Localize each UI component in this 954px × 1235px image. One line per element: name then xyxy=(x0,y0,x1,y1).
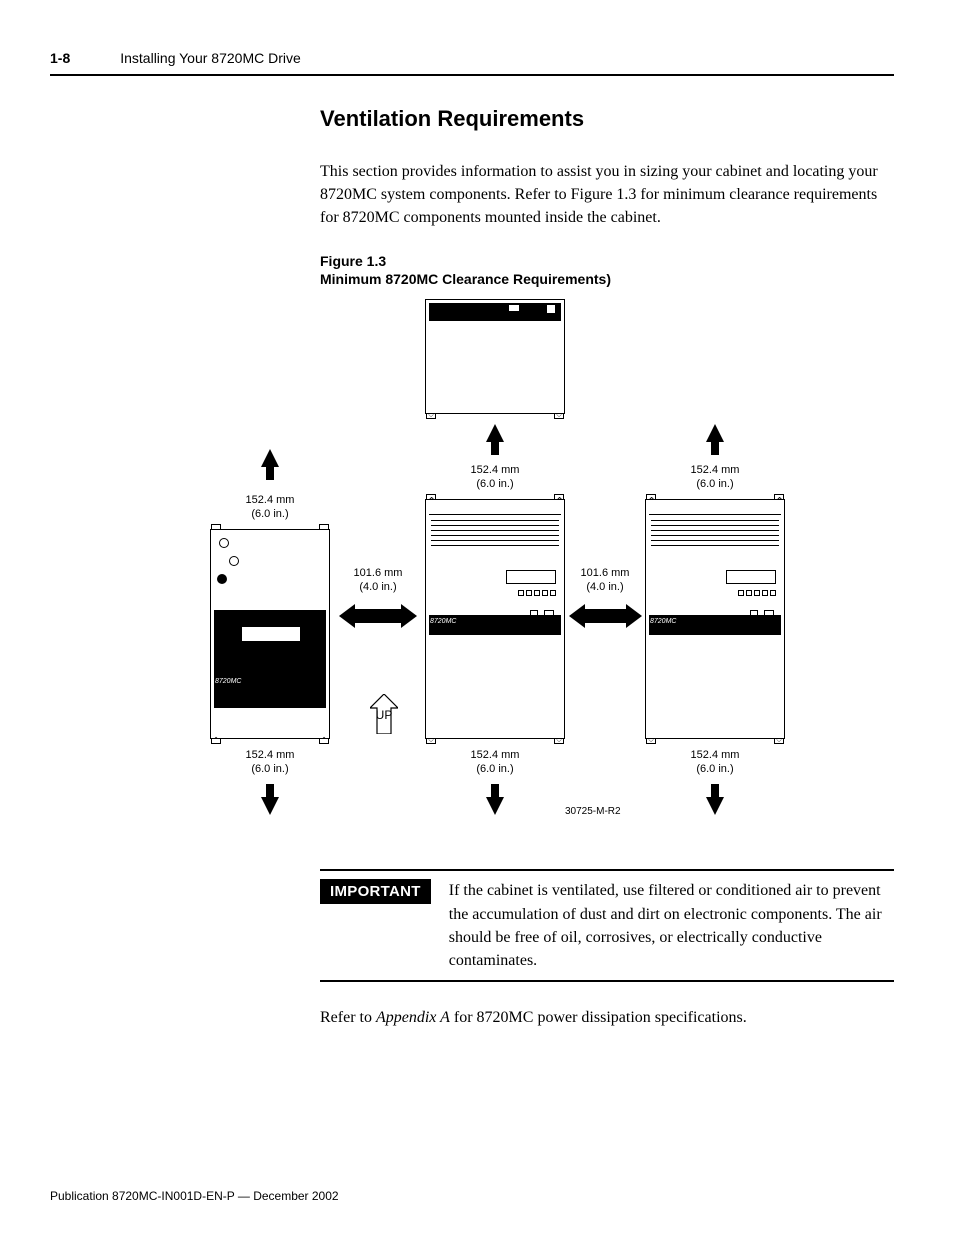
drive-unit-right: ⌃⌃ 8720MC ⌵⌵ xyxy=(645,499,785,739)
important-text: If the cabinet is ventilated, use filter… xyxy=(449,879,894,972)
clearance-label: 152.4 mm(6.0 in.) xyxy=(235,494,305,520)
clearance-label: 152.4 mm(6.0 in.) xyxy=(680,749,750,775)
important-callout: IMPORTANT If the cabinet is ventilated, … xyxy=(320,869,894,982)
clearance-label: 152.4 mm(6.0 in.) xyxy=(460,749,530,775)
figure-number: Figure 1.3 xyxy=(320,253,386,269)
arrow-up-icon xyxy=(486,424,504,442)
up-direction-icon: UP xyxy=(370,694,398,730)
drive-unit-middle: ⌃⌃ 8720MC ⌵⌵ xyxy=(425,499,565,739)
product-label: 8720MC xyxy=(650,618,676,625)
page-header: 1-8 Installing Your 8720MC Drive xyxy=(50,50,894,76)
figure-diagram: ⌵⌵ 8720MC ⌃⌃ ⌃⌃ 8720MC ⌵⌵ ⌃⌃ xyxy=(160,299,900,839)
appendix-ref: Appendix A xyxy=(376,1009,450,1026)
closing-prefix: Refer to xyxy=(320,1009,376,1026)
figure-caption: Figure 1.3 Minimum 8720MC Clearance Requ… xyxy=(320,252,894,290)
clearance-label: 152.4 mm(6.0 in.) xyxy=(460,464,530,490)
clearance-label: 101.6 mm(4.0 in.) xyxy=(570,567,640,593)
chassis-top: ⌵⌵ xyxy=(425,299,565,414)
power-supply-unit: 8720MC ⌃⌃ xyxy=(210,529,330,739)
arrow-horizontal-icon xyxy=(583,609,628,623)
arrow-down-icon xyxy=(706,797,724,815)
clearance-label: 152.4 mm(6.0 in.) xyxy=(235,749,305,775)
figure-title: Minimum 8720MC Clearance Requirements) xyxy=(320,271,611,287)
closing-suffix: for 8720MC power dissipation specificati… xyxy=(450,1009,747,1026)
clearance-label: 101.6 mm(4.0 in.) xyxy=(343,567,413,593)
section-title: Ventilation Requirements xyxy=(320,106,894,132)
closing-paragraph: Refer to Appendix A for 8720MC power dis… xyxy=(320,1006,894,1029)
intro-paragraph: This section provides information to ass… xyxy=(320,160,894,230)
clearance-label: 152.4 mm(6.0 in.) xyxy=(680,464,750,490)
up-label: UP xyxy=(370,708,398,722)
arrow-down-icon xyxy=(486,797,504,815)
content-column: Ventilation Requirements This section pr… xyxy=(320,106,894,289)
publication-footer: Publication 8720MC-IN001D-EN-P — Decembe… xyxy=(50,1189,339,1203)
figure-reference: 30725-M-R2 xyxy=(565,806,621,817)
product-label: 8720MC xyxy=(430,618,456,625)
arrow-up-icon xyxy=(706,424,724,442)
important-badge: IMPORTANT xyxy=(320,879,431,904)
arrow-down-icon xyxy=(261,797,279,815)
arrow-up-icon xyxy=(261,449,279,467)
running-title: Installing Your 8720MC Drive xyxy=(120,50,301,66)
product-label: 8720MC xyxy=(215,678,241,685)
page-number: 1-8 xyxy=(50,50,70,66)
arrow-horizontal-icon xyxy=(353,609,403,623)
